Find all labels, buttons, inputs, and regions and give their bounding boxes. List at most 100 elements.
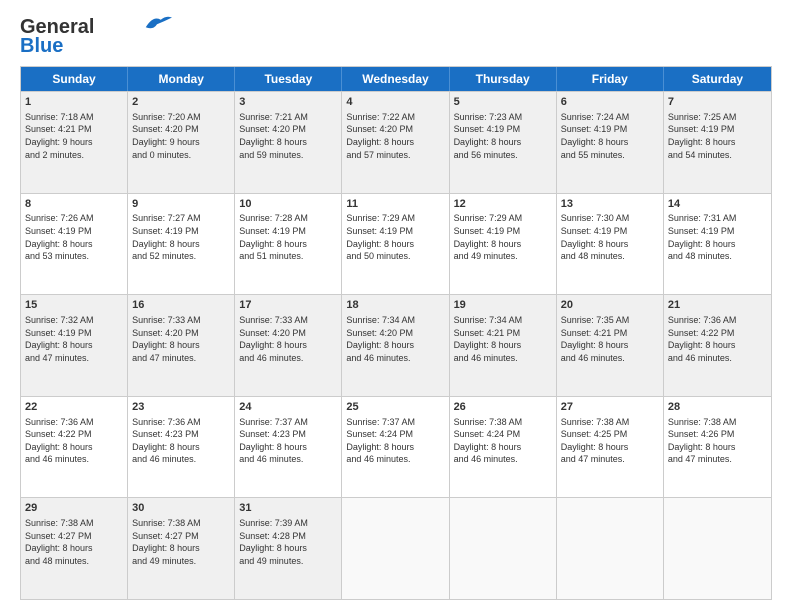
calendar-week: 8Sunrise: 7:26 AMSunset: 4:19 PMDaylight…: [21, 193, 771, 295]
day-info: Sunset: 4:19 PM: [561, 225, 659, 238]
day-info: Daylight: 8 hours: [25, 238, 123, 251]
calendar-day-13: 13Sunrise: 7:30 AMSunset: 4:19 PMDayligh…: [557, 194, 664, 295]
day-number: 24: [239, 400, 337, 415]
day-info: Sunset: 4:20 PM: [239, 327, 337, 340]
calendar-day-5: 5Sunrise: 7:23 AMSunset: 4:19 PMDaylight…: [450, 92, 557, 193]
day-info: Sunset: 4:19 PM: [454, 123, 552, 136]
calendar-day-11: 11Sunrise: 7:29 AMSunset: 4:19 PMDayligh…: [342, 194, 449, 295]
day-info: Sunrise: 7:36 AM: [132, 416, 230, 429]
day-info: Sunset: 4:28 PM: [239, 530, 337, 543]
day-info: Daylight: 8 hours: [561, 441, 659, 454]
day-info: Sunset: 4:23 PM: [239, 428, 337, 441]
day-info: Daylight: 8 hours: [132, 339, 230, 352]
day-header-wednesday: Wednesday: [342, 67, 449, 91]
day-info: Sunset: 4:27 PM: [25, 530, 123, 543]
day-info: Sunrise: 7:35 AM: [561, 314, 659, 327]
day-info: Sunrise: 7:33 AM: [132, 314, 230, 327]
day-info: and 57 minutes.: [346, 149, 444, 162]
day-info: Daylight: 8 hours: [346, 339, 444, 352]
day-info: Daylight: 8 hours: [25, 542, 123, 555]
calendar-header: SundayMondayTuesdayWednesdayThursdayFrid…: [21, 67, 771, 91]
calendar-week: 22Sunrise: 7:36 AMSunset: 4:22 PMDayligh…: [21, 396, 771, 498]
day-info: Sunset: 4:19 PM: [668, 225, 767, 238]
day-info: Sunset: 4:22 PM: [25, 428, 123, 441]
day-info: Daylight: 8 hours: [454, 441, 552, 454]
day-number: 10: [239, 197, 337, 212]
day-info: Sunrise: 7:37 AM: [346, 416, 444, 429]
day-info: and 46 minutes.: [132, 453, 230, 466]
day-number: 7: [668, 95, 767, 110]
day-info: and 48 minutes.: [668, 250, 767, 263]
day-info: Sunset: 4:27 PM: [132, 530, 230, 543]
day-info: Daylight: 8 hours: [239, 136, 337, 149]
day-number: 12: [454, 197, 552, 212]
calendar-day-14: 14Sunrise: 7:31 AMSunset: 4:19 PMDayligh…: [664, 194, 771, 295]
calendar-week: 1Sunrise: 7:18 AMSunset: 4:21 PMDaylight…: [21, 91, 771, 193]
day-number: 14: [668, 197, 767, 212]
day-info: Sunset: 4:20 PM: [132, 327, 230, 340]
calendar-day-29: 29Sunrise: 7:38 AMSunset: 4:27 PMDayligh…: [21, 498, 128, 599]
day-info: and 0 minutes.: [132, 149, 230, 162]
day-info: Sunset: 4:20 PM: [239, 123, 337, 136]
day-header-saturday: Saturday: [664, 67, 771, 91]
calendar-day-10: 10Sunrise: 7:28 AMSunset: 4:19 PMDayligh…: [235, 194, 342, 295]
calendar-day-15: 15Sunrise: 7:32 AMSunset: 4:19 PMDayligh…: [21, 295, 128, 396]
day-info: and 48 minutes.: [25, 555, 123, 568]
day-number: 19: [454, 298, 552, 313]
day-info: Daylight: 9 hours: [25, 136, 123, 149]
day-info: and 59 minutes.: [239, 149, 337, 162]
day-number: 26: [454, 400, 552, 415]
day-info: and 47 minutes.: [668, 453, 767, 466]
day-info: Daylight: 8 hours: [132, 441, 230, 454]
day-info: Sunset: 4:19 PM: [132, 225, 230, 238]
day-info: Sunrise: 7:21 AM: [239, 111, 337, 124]
calendar-day-24: 24Sunrise: 7:37 AMSunset: 4:23 PMDayligh…: [235, 397, 342, 498]
day-info: and 49 minutes.: [454, 250, 552, 263]
day-number: 25: [346, 400, 444, 415]
calendar-day-28: 28Sunrise: 7:38 AMSunset: 4:26 PMDayligh…: [664, 397, 771, 498]
day-info: Sunrise: 7:25 AM: [668, 111, 767, 124]
day-info: and 52 minutes.: [132, 250, 230, 263]
day-info: and 46 minutes.: [25, 453, 123, 466]
day-info: Sunrise: 7:39 AM: [239, 517, 337, 530]
day-info: and 47 minutes.: [561, 453, 659, 466]
calendar-day-4: 4Sunrise: 7:22 AMSunset: 4:20 PMDaylight…: [342, 92, 449, 193]
day-info: and 46 minutes.: [346, 453, 444, 466]
day-number: 31: [239, 501, 337, 516]
day-info: and 2 minutes.: [25, 149, 123, 162]
page: General Blue SundayMondayTuesdayWednesda…: [0, 0, 792, 612]
day-info: Sunrise: 7:27 AM: [132, 212, 230, 225]
day-info: Daylight: 8 hours: [668, 441, 767, 454]
day-info: and 56 minutes.: [454, 149, 552, 162]
day-info: Daylight: 8 hours: [668, 136, 767, 149]
day-number: 9: [132, 197, 230, 212]
day-info: Daylight: 8 hours: [239, 441, 337, 454]
day-info: Sunset: 4:19 PM: [25, 225, 123, 238]
day-number: 1: [25, 95, 123, 110]
calendar-day-21: 21Sunrise: 7:36 AMSunset: 4:22 PMDayligh…: [664, 295, 771, 396]
day-info: and 49 minutes.: [239, 555, 337, 568]
day-info: and 46 minutes.: [239, 453, 337, 466]
day-number: 30: [132, 501, 230, 516]
day-info: and 46 minutes.: [561, 352, 659, 365]
day-info: Sunset: 4:20 PM: [132, 123, 230, 136]
day-number: 27: [561, 400, 659, 415]
calendar-day-20: 20Sunrise: 7:35 AMSunset: 4:21 PMDayligh…: [557, 295, 664, 396]
day-number: 5: [454, 95, 552, 110]
day-header-monday: Monday: [128, 67, 235, 91]
calendar-day-19: 19Sunrise: 7:34 AMSunset: 4:21 PMDayligh…: [450, 295, 557, 396]
calendar-day-2: 2Sunrise: 7:20 AMSunset: 4:20 PMDaylight…: [128, 92, 235, 193]
day-info: Sunset: 4:21 PM: [25, 123, 123, 136]
day-info: Sunrise: 7:38 AM: [561, 416, 659, 429]
day-info: Sunrise: 7:18 AM: [25, 111, 123, 124]
day-header-tuesday: Tuesday: [235, 67, 342, 91]
calendar-day-9: 9Sunrise: 7:27 AMSunset: 4:19 PMDaylight…: [128, 194, 235, 295]
day-info: Sunrise: 7:33 AM: [239, 314, 337, 327]
day-info: Sunrise: 7:38 AM: [25, 517, 123, 530]
day-number: 15: [25, 298, 123, 313]
calendar-day-3: 3Sunrise: 7:21 AMSunset: 4:20 PMDaylight…: [235, 92, 342, 193]
day-info: Sunrise: 7:30 AM: [561, 212, 659, 225]
logo: General Blue: [20, 16, 172, 58]
day-info: Daylight: 8 hours: [561, 136, 659, 149]
day-number: 13: [561, 197, 659, 212]
